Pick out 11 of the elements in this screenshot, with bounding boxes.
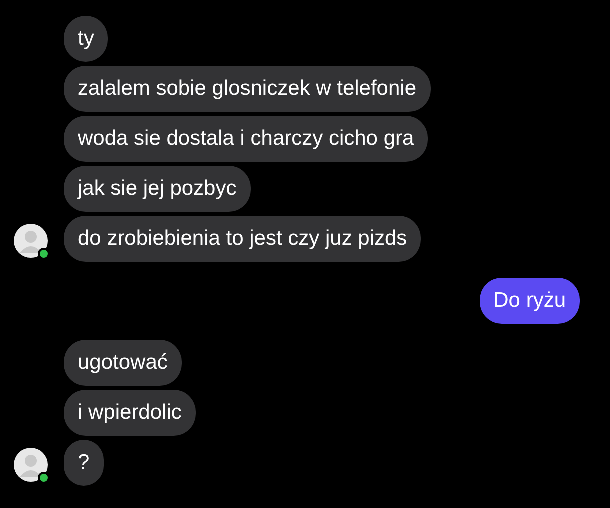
message-bubble: ty: [64, 16, 108, 62]
message-bubble: i wpierdolic: [64, 390, 196, 436]
message-bubble: zalalem sobie glosniczek w telefonie: [64, 66, 431, 112]
message-bubble: Do ryżu: [480, 278, 580, 324]
message-bubble: ?: [64, 440, 104, 486]
message-bubble: ugotować: [64, 340, 182, 386]
avatar-icon: [14, 224, 48, 258]
message-bubble: do zrobiebienia to jest czy juz pizds: [64, 216, 422, 262]
message-bubble: jak sie jej pozbyc: [64, 166, 251, 212]
avatar-icon: [14, 448, 48, 482]
message-bubble: woda sie dostala i charczy cicho gra: [64, 116, 428, 162]
